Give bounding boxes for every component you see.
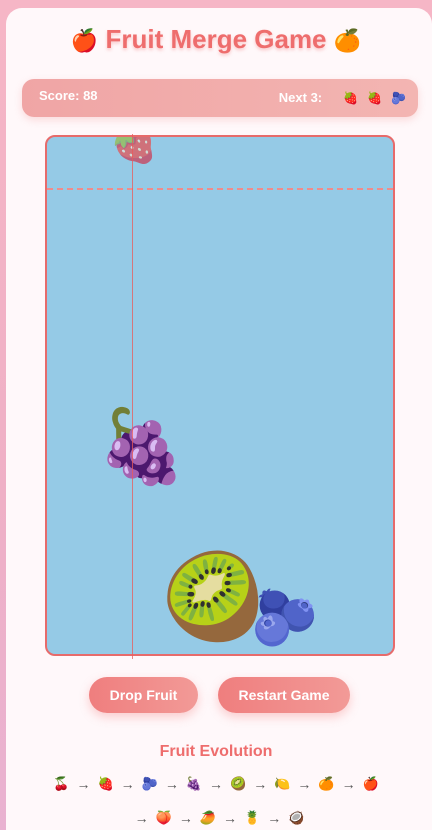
blueberry-icon: 🫐 bbox=[141, 776, 158, 791]
danger-line bbox=[47, 188, 393, 190]
kiwi-icon: 🥝 bbox=[161, 550, 266, 644]
next-fruit-strawberry-icon: 🍓 bbox=[367, 90, 383, 105]
arrow-icon: → bbox=[341, 776, 356, 792]
arrow-icon: → bbox=[253, 776, 268, 792]
mango-icon: 🥭 bbox=[199, 810, 216, 825]
coconut-icon: 🥥 bbox=[288, 810, 305, 825]
restart-game-button[interactable]: Restart Game bbox=[218, 677, 350, 713]
arrow-icon: → bbox=[120, 776, 135, 792]
evolution-title: Fruit Evolution bbox=[159, 743, 273, 760]
evolution-row-2: → 🍑 → 🥭 → 🍍 → 🥥 bbox=[0, 810, 432, 826]
next-fruit-strawberry-icon: 🍓 bbox=[343, 90, 359, 105]
arrow-icon: → bbox=[223, 810, 237, 826]
lemon-icon: 🍋 bbox=[274, 776, 291, 791]
evolution-row-1: 🍒 → 🍓 → 🫐 → 🍇 → 🥝 → 🍋 → 🍊 → 🍎 bbox=[0, 776, 432, 792]
orange-icon: 🍊 bbox=[333, 28, 362, 53]
peach-icon: 🍑 bbox=[155, 810, 172, 825]
falling-strawberry-icon: 🍓 bbox=[110, 135, 158, 165]
score-bar: Score: 88 Next 3: 🍓 🍓 🫐 bbox=[22, 79, 418, 117]
next-fruits: Next 3: 🍓 🍓 🫐 bbox=[279, 90, 406, 105]
grapes-icon: 🍇 bbox=[185, 776, 202, 791]
strawberry-icon: 🍓 bbox=[97, 776, 114, 791]
score-display: Score: 88 bbox=[39, 88, 98, 103]
arrow-icon: → bbox=[76, 776, 91, 792]
arrow-icon: → bbox=[297, 776, 312, 792]
blueberries-icon: 🫐 bbox=[251, 588, 319, 648]
orange-icon: 🍊 bbox=[318, 776, 335, 791]
apple-icon: 🍎 bbox=[70, 28, 99, 53]
pineapple-icon: 🍍 bbox=[244, 810, 261, 825]
apple-icon: 🍎 bbox=[362, 776, 379, 791]
title-text: Fruit Merge Game bbox=[105, 24, 327, 54]
arrow-icon: → bbox=[267, 810, 282, 826]
arrow-icon: → bbox=[178, 810, 193, 826]
arrow-icon: → bbox=[134, 810, 149, 826]
drop-fruit-button[interactable]: Drop Fruit bbox=[89, 677, 198, 713]
cherry-icon: 🍒 bbox=[53, 776, 70, 791]
game-board[interactable]: 🍓 🍇 🥝 🫐 bbox=[45, 135, 395, 656]
grapes-icon: 🍇 bbox=[97, 407, 187, 487]
kiwi-icon: 🥝 bbox=[230, 776, 247, 791]
aim-line bbox=[132, 134, 133, 659]
page-title: 🍎 Fruit Merge Game 🍊 bbox=[0, 24, 432, 55]
next-fruit-blueberry-icon: 🫐 bbox=[391, 90, 406, 105]
arrow-icon: → bbox=[209, 776, 223, 792]
arrow-icon: → bbox=[164, 776, 179, 792]
next-label: Next 3: bbox=[278, 90, 323, 105]
